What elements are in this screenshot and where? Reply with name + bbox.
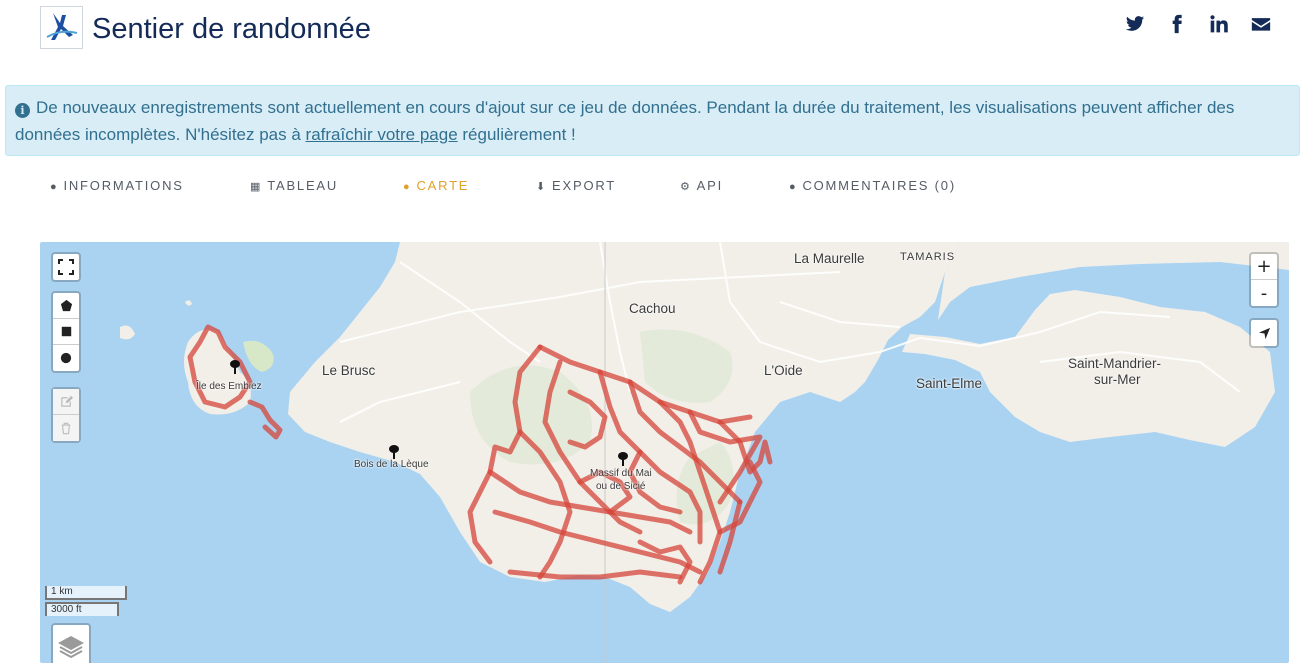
alert-text-after: régulièrement ! [457, 125, 576, 144]
edit-layers-button[interactable] [53, 389, 79, 415]
pentagon-icon [60, 299, 72, 312]
refresh-page-link[interactable]: rafraîchir votre page [306, 125, 458, 144]
facebook-link[interactable] [1156, 14, 1198, 38]
zoom-out-button[interactable]: - [1251, 280, 1277, 306]
edit-toolbar [51, 387, 81, 443]
label-cachou: Cachou [629, 301, 676, 316]
delete-layers-button[interactable] [53, 415, 79, 441]
circle-icon [60, 352, 72, 364]
site-logo[interactable] [40, 6, 83, 49]
label-le-brusc: Le Brusc [322, 363, 376, 378]
page-title: Sentier de randonnée [92, 13, 371, 45]
zoom-in-button[interactable]: + [1251, 254, 1277, 280]
draw-toolbar [51, 291, 81, 373]
label-saint-elme: Saint-Elme [916, 376, 983, 391]
label-tamaris: TAMARIS [900, 251, 956, 263]
download-icon: ⬇ [536, 181, 548, 193]
scale-metric: 1 km [45, 586, 127, 600]
label-massif-2: ou de Sicié [596, 481, 646, 492]
label-saint-mandrier-1: Saint-Mandrier- [1068, 356, 1162, 371]
fullscreen-button[interactable] [53, 254, 79, 280]
alert-text-before: De nouveaux enregistrements sont actuell… [15, 98, 1235, 144]
draw-circle-button[interactable] [53, 345, 79, 371]
info-circle-icon: i [15, 103, 30, 118]
page: Sentier de randonnée i De nouveaux enregi… [0, 0, 1300, 663]
tab-api[interactable]: ⚙ API [680, 178, 723, 193]
social-links [1114, 14, 1282, 38]
mainland-shape [288, 242, 960, 612]
embiez-park [243, 340, 274, 372]
locate-control [1249, 318, 1279, 348]
twitter-icon [1125, 16, 1145, 31]
draw-polygon-button[interactable] [53, 293, 79, 319]
zoom-control: + - [1249, 252, 1279, 308]
label-saint-mandrier-2: sur-Mer [1094, 372, 1141, 387]
islet [120, 325, 135, 340]
square-icon [61, 326, 71, 337]
fullscreen-control [51, 252, 81, 282]
email-link[interactable] [1240, 14, 1282, 38]
tab-carte[interactable]: ● CARTE [403, 178, 469, 193]
dataset-tabs: ● INFORMATIONS ▦ TABLEAU ● CARTE ⬇ EXPORT ⚙ A… [0, 178, 1300, 200]
label-ile-des-embiez: Île des Embiez [196, 381, 262, 392]
comments-icon: ● [789, 181, 798, 193]
map-scale: 1 km 3000 ft [45, 586, 127, 616]
layers-icon [58, 636, 84, 659]
tab-informations[interactable]: ● INFORMATIONS [50, 178, 184, 193]
gears-icon: ⚙ [680, 181, 692, 193]
linkedin-link[interactable] [1198, 14, 1240, 38]
table-icon: ▦ [250, 181, 263, 193]
header: Sentier de randonnée [0, 0, 1300, 70]
label-massif-1: Massif du Mai [590, 468, 652, 479]
twitter-link[interactable] [1114, 14, 1156, 38]
info-icon: ● [50, 181, 59, 193]
draw-rectangle-button[interactable] [53, 319, 79, 345]
tab-export[interactable]: ⬇ EXPORT [536, 178, 616, 193]
locate-button[interactable] [1251, 320, 1277, 346]
tab-commentaires[interactable]: ● COMMENTAIRES (0) [789, 178, 956, 193]
linkedin-icon [1210, 15, 1228, 33]
edit-icon [60, 395, 73, 407]
location-arrow-icon [1258, 327, 1270, 339]
scale-imperial: 3000 ft [45, 602, 119, 616]
globe-icon: ● [403, 181, 412, 193]
fullscreen-icon [58, 259, 74, 275]
map-view[interactable]: La Maurelle TAMARIS Cachou Le Brusc L'Oi… [40, 242, 1289, 663]
islet [185, 300, 192, 306]
info-alert: i De nouveaux enregistrements sont actuel… [5, 85, 1300, 156]
tab-tableau[interactable]: ▦ TABLEAU [250, 178, 338, 193]
layers-control[interactable] [51, 623, 91, 663]
label-bois-de-la-leque: Bois de la Lèque [354, 459, 429, 470]
email-icon [1251, 18, 1271, 31]
facebook-icon [1172, 14, 1182, 34]
label-la-maurelle: La Maurelle [794, 251, 865, 266]
logo-icon [46, 13, 78, 40]
trash-icon [61, 422, 71, 434]
label-loide: L'Oide [764, 363, 803, 378]
